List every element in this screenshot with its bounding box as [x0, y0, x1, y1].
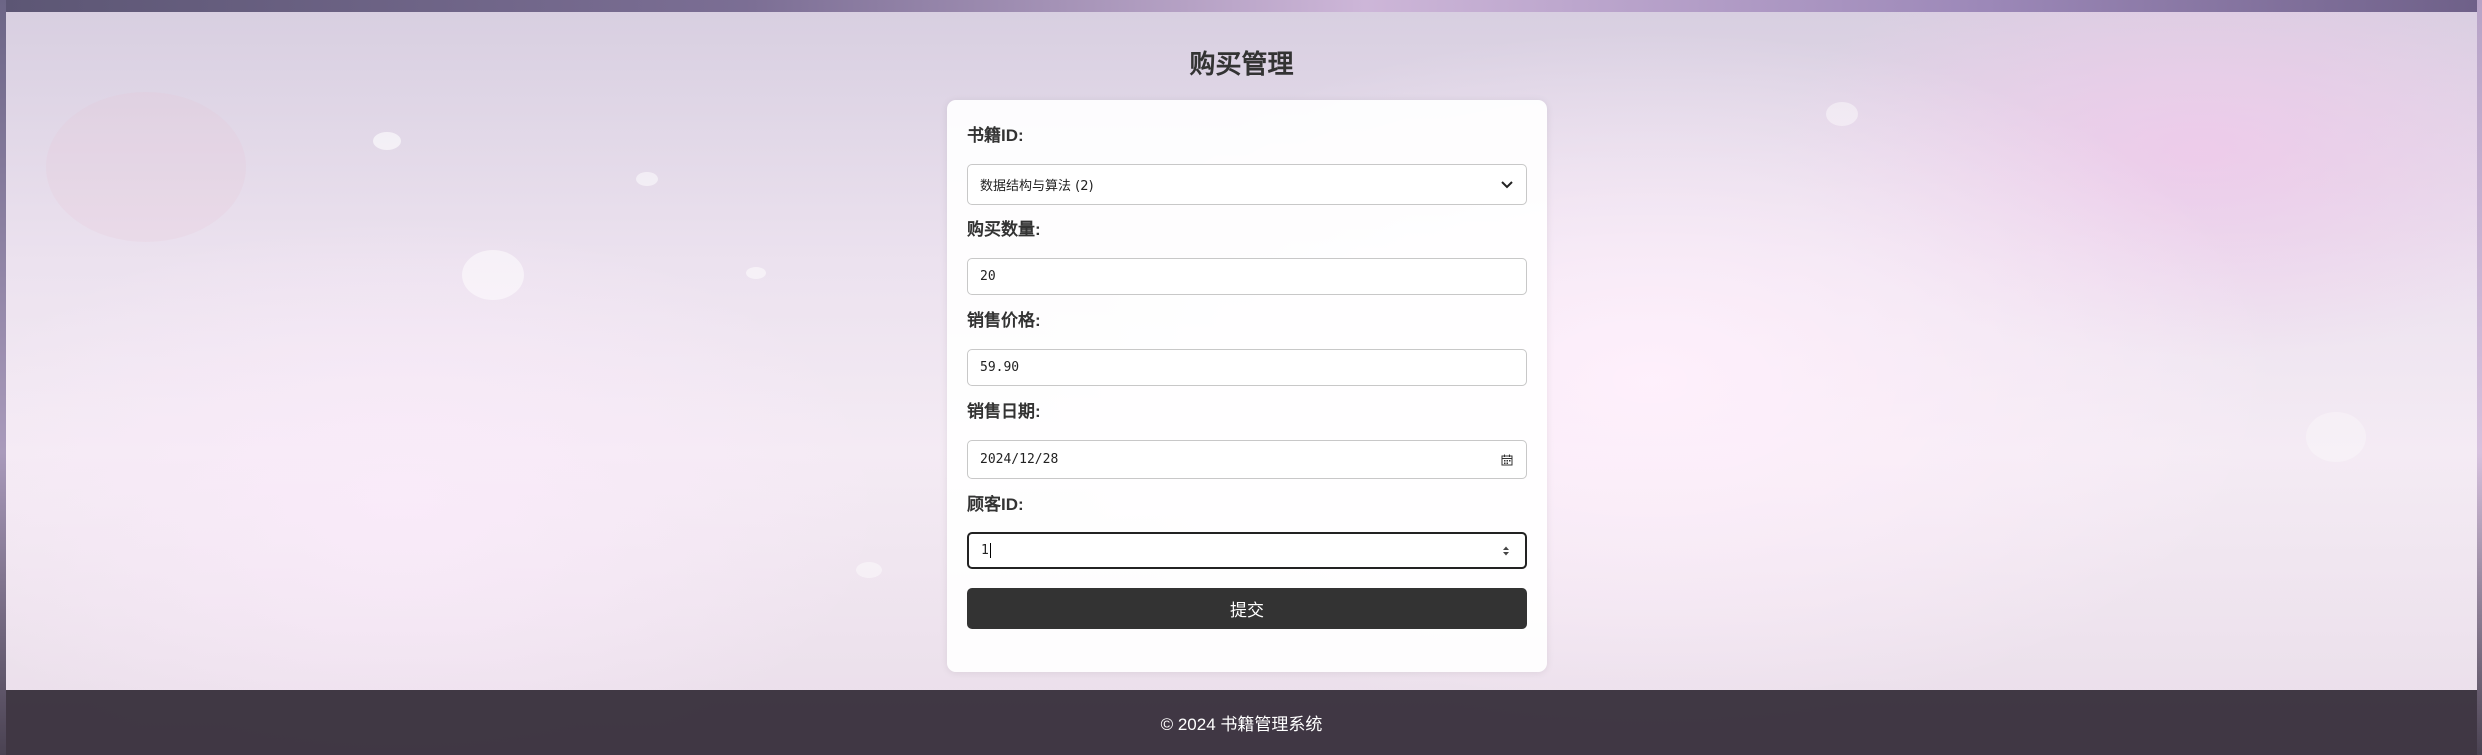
text-caret — [989, 543, 991, 558]
footer-copyright: © 2024 书籍管理系统 — [1160, 715, 1323, 734]
quantity-label: 购买数量: — [967, 220, 1041, 239]
quantity-value: 20 — [980, 269, 996, 284]
customer-id-value: 1 — [981, 543, 989, 558]
window-right-strip — [2477, 0, 2482, 755]
background-petal — [462, 250, 524, 300]
background-petal — [46, 92, 246, 242]
price-label: 销售价格: — [967, 311, 1041, 330]
submit-button[interactable]: 提交 — [967, 588, 1527, 629]
background-petal — [746, 267, 766, 279]
book-id-selected-value: 数据结构与算法 (2) — [980, 179, 1094, 194]
price-input[interactable]: 59.90 — [967, 349, 1527, 386]
background-petal — [2306, 412, 2366, 462]
background-petal — [373, 132, 401, 150]
quantity-input[interactable]: 20 — [967, 258, 1527, 295]
main-content: 购买管理 书籍ID: 数据结构与算法 (2) 购买数量: 20 销售价格: 59… — [6, 12, 2477, 690]
background-petal — [1826, 102, 1858, 126]
calendar-icon[interactable] — [1500, 453, 1514, 467]
price-value: 59.90 — [980, 360, 1020, 375]
sale-date-input[interactable]: 2024/12/28 — [967, 440, 1527, 479]
background-petal — [636, 172, 658, 186]
page-title: 购买管理 — [1189, 49, 1294, 79]
chevron-down-icon — [1500, 178, 1514, 192]
footer: © 2024 书籍管理系统 — [6, 690, 2477, 755]
sale-date-value: 2024/12/28 — [980, 452, 1059, 467]
book-id-select[interactable]: 数据结构与算法 (2) — [967, 164, 1527, 205]
customer-id-label: 顾客ID: — [967, 495, 1024, 514]
sale-date-label: 销售日期: — [967, 402, 1041, 421]
customer-id-value-wrap: 1 — [981, 543, 1499, 558]
purchase-form-card: 书籍ID: 数据结构与算法 (2) 购买数量: 20 销售价格: 59.90 销… — [947, 100, 1547, 672]
customer-id-input[interactable]: 1 — [967, 532, 1527, 569]
spinner-arrows-icon[interactable] — [1499, 544, 1513, 558]
window-top-strip — [0, 0, 2482, 12]
background-petal — [856, 562, 882, 578]
book-id-label: 书籍ID: — [967, 126, 1024, 145]
